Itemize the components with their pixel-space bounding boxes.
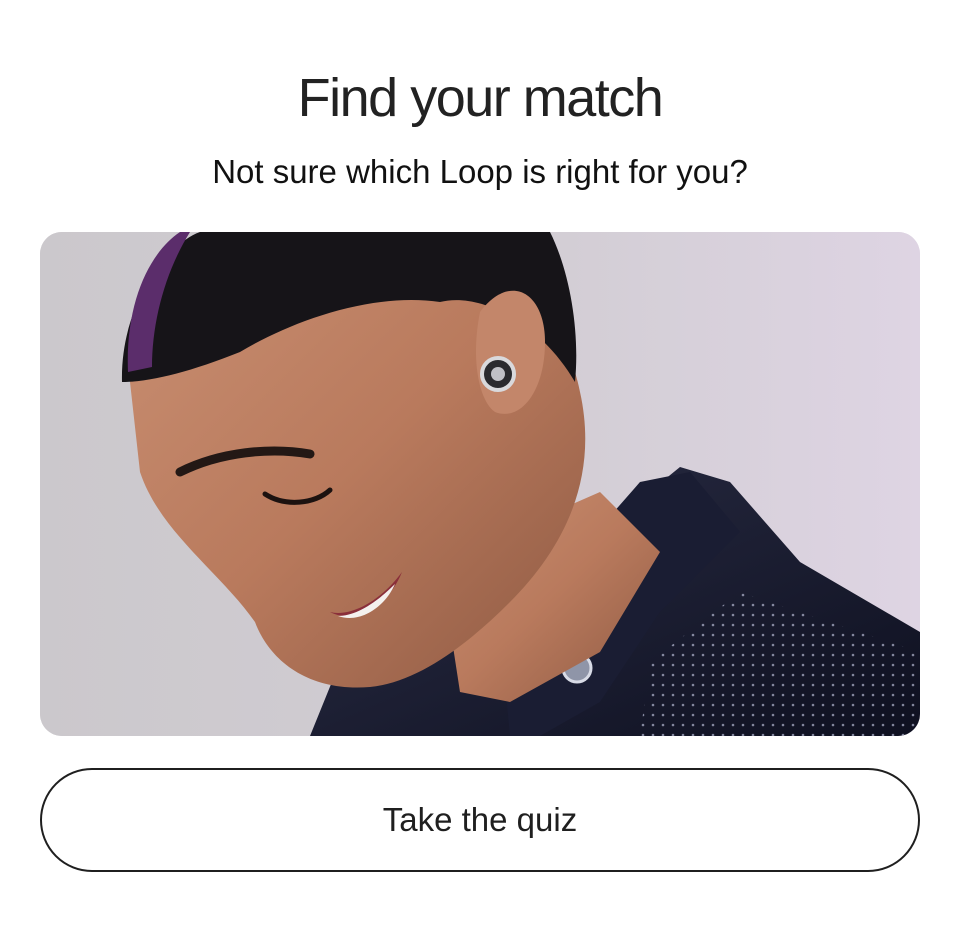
page-subtitle: Not sure which Loop is right for you? (212, 153, 748, 190)
loop-earplug-center (491, 367, 505, 381)
take-quiz-button[interactable]: Take the quiz (40, 768, 920, 872)
page-title: Find your match (297, 68, 664, 128)
hero-illustration (40, 232, 920, 736)
hero-image (40, 232, 920, 736)
